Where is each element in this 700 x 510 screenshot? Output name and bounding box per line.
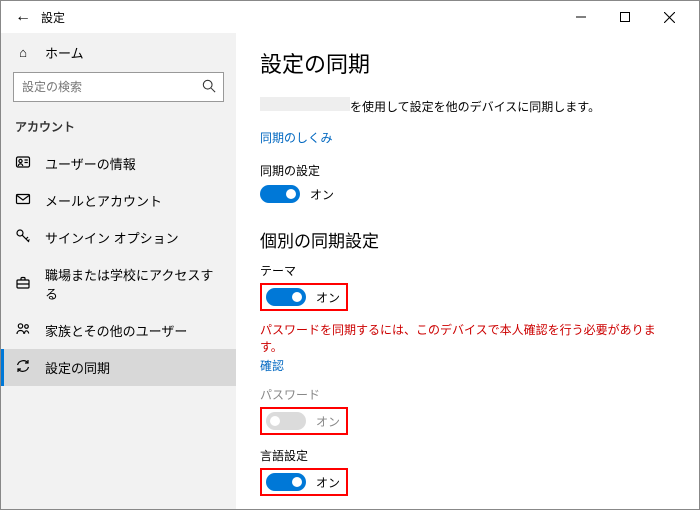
- page-title: 設定の同期: [260, 47, 675, 79]
- sidebar-item-label: 設定の同期: [45, 358, 110, 377]
- highlight-box: オン: [260, 283, 348, 311]
- toggle-state: オン: [310, 186, 334, 203]
- toggle-state: オン: [316, 413, 340, 430]
- title-bar: ← 設定: [1, 1, 699, 33]
- toggle-state: オン: [316, 289, 340, 306]
- sidebar-item-work-school[interactable]: 職場または学校にアクセスする: [1, 256, 236, 312]
- key-icon: [15, 228, 31, 247]
- sidebar-item-label: サインイン オプション: [45, 228, 179, 247]
- sidebar-item-signin-options[interactable]: サインイン オプション: [1, 219, 236, 256]
- home-icon: ⌂: [15, 45, 31, 60]
- maximize-button[interactable]: [603, 1, 647, 33]
- account-info-line: を使用して設定を他のデバイスに同期します。: [260, 97, 675, 115]
- people-icon: [15, 321, 31, 340]
- mail-icon: [15, 191, 31, 210]
- individual-sync-heading: 個別の同期設定: [260, 227, 675, 252]
- account-redacted: [260, 97, 350, 111]
- sidebar-item-user-info[interactable]: ユーザーの情報: [1, 145, 236, 182]
- toggle-state: オン: [316, 474, 340, 491]
- sync-icon: [15, 358, 31, 377]
- close-button[interactable]: [647, 1, 691, 33]
- sidebar-item-label: 家族とその他のユーザー: [45, 321, 187, 340]
- highlight-box: オン: [260, 468, 348, 496]
- sidebar-item-family-users[interactable]: 家族とその他のユーザー: [1, 312, 236, 349]
- sidebar-item-label: 職場または学校にアクセスする: [45, 265, 222, 303]
- language-toggle[interactable]: [266, 473, 306, 491]
- briefcase-icon: [15, 275, 31, 294]
- highlight-box: オン: [260, 407, 348, 435]
- password-warning: パスワードを同期するには、このデバイスで本人確認を行う必要があります。: [260, 321, 675, 355]
- back-button[interactable]: ←: [9, 8, 37, 26]
- sidebar: ⌂ ホーム アカウント ユーザーの情報 メールとアカウント サイ: [1, 33, 236, 509]
- language-label: 言語設定: [260, 447, 675, 464]
- verify-link[interactable]: 確認: [260, 357, 284, 374]
- minimize-button[interactable]: [559, 1, 603, 33]
- sidebar-item-label: ユーザーの情報: [45, 154, 136, 173]
- content-area: 設定の同期 を使用して設定を他のデバイスに同期します。 同期のしくみ 同期の設定…: [236, 33, 699, 509]
- sidebar-item-sync-settings[interactable]: 設定の同期: [1, 349, 236, 386]
- user-icon: [15, 154, 31, 173]
- home-link[interactable]: ⌂ ホーム: [1, 37, 236, 72]
- sync-settings-toggle[interactable]: [260, 185, 300, 203]
- sidebar-item-label: メールとアカウント: [45, 191, 162, 210]
- section-label: アカウント: [1, 116, 236, 145]
- password-toggle: [266, 412, 306, 430]
- home-label: ホーム: [45, 43, 84, 62]
- other-windows-label: その他の Windows の設定: [260, 508, 675, 509]
- search-input[interactable]: [14, 80, 195, 94]
- sync-settings-label: 同期の設定: [260, 162, 675, 179]
- window-title: 設定: [37, 9, 65, 26]
- theme-toggle[interactable]: [266, 288, 306, 306]
- password-label: パスワード: [260, 386, 675, 403]
- search-icon: [195, 79, 223, 96]
- how-it-works-link[interactable]: 同期のしくみ: [260, 129, 332, 146]
- theme-label: テーマ: [260, 262, 675, 279]
- info-suffix: を使用して設定を他のデバイスに同期します。: [350, 98, 600, 115]
- sidebar-item-email-accounts[interactable]: メールとアカウント: [1, 182, 236, 219]
- search-box[interactable]: [13, 72, 224, 102]
